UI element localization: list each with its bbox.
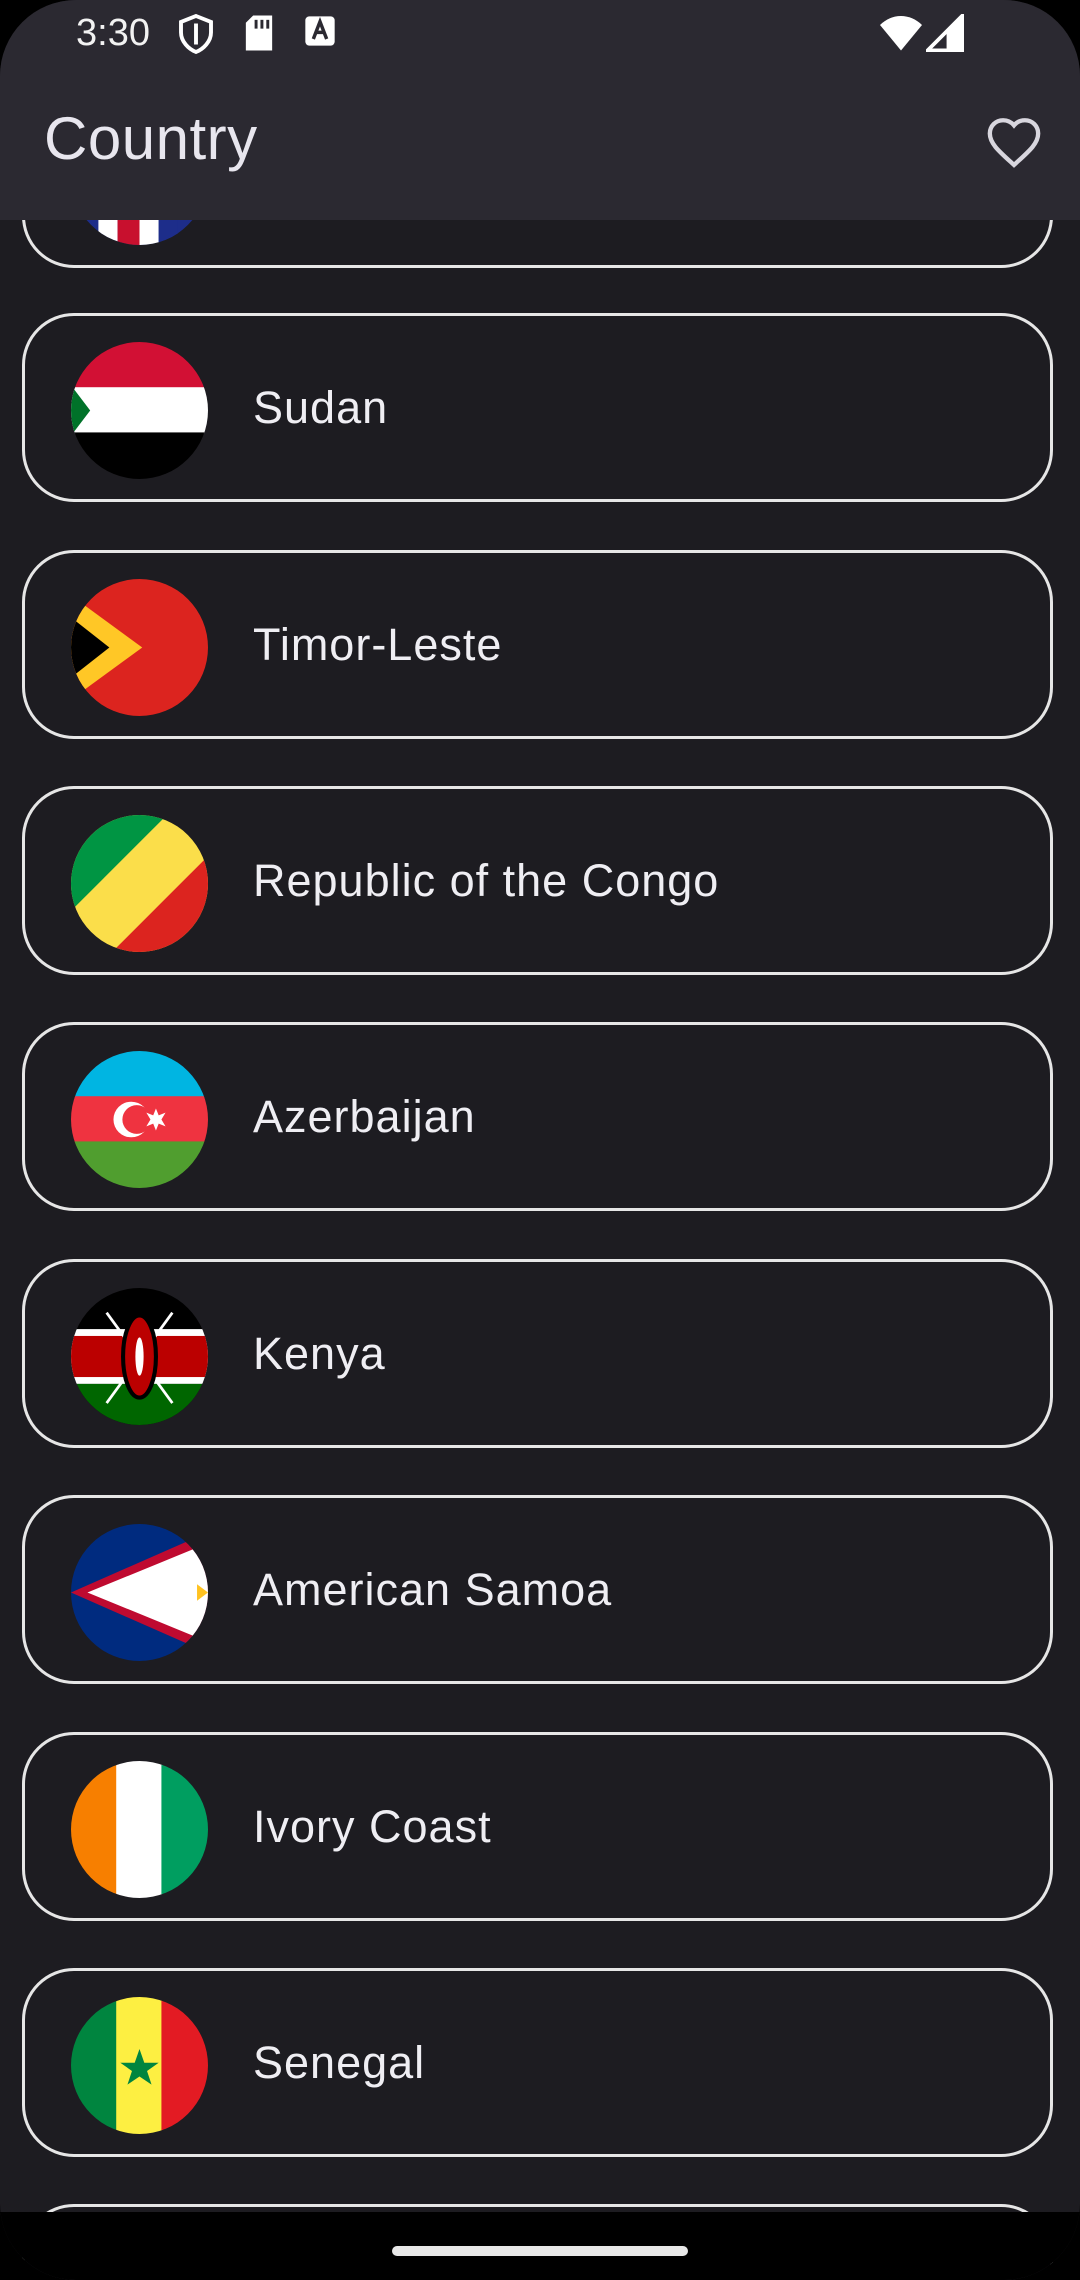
azerbaijan-flag-icon <box>71 1051 208 1188</box>
shield-icon <box>178 13 214 59</box>
app-screen: Sudan Timor-Leste Republic of the Congo … <box>0 0 1080 2280</box>
keyboard-a-icon <box>304 14 336 53</box>
country-card-congo[interactable]: Republic of the Congo <box>22 786 1053 975</box>
country-name: Azerbaijan <box>253 1091 476 1142</box>
country-list[interactable]: Sudan Timor-Leste Republic of the Congo … <box>0 0 1080 2280</box>
country-card-kenya[interactable]: Kenya <box>22 1259 1053 1448</box>
status-time: 3:30 <box>76 12 150 54</box>
app-bar: Country <box>0 68 1080 220</box>
sd-card-icon <box>244 14 274 57</box>
country-card-sudan[interactable]: Sudan <box>22 313 1053 502</box>
american-samoa-flag-icon <box>71 1524 208 1661</box>
congo-flag-icon <box>71 815 208 952</box>
country-card-ivory-coast[interactable]: Ivory Coast <box>22 1732 1053 1921</box>
country-name: Senegal <box>253 2037 426 2088</box>
page-title: Country <box>44 105 258 172</box>
sudan-flag-icon <box>71 342 208 479</box>
country-card-timor-leste[interactable]: Timor-Leste <box>22 550 1053 739</box>
country-name: Timor-Leste <box>253 619 503 670</box>
senegal-flag-icon <box>71 1997 208 2134</box>
kenya-flag-icon <box>71 1288 208 1425</box>
home-gesture-handle[interactable] <box>392 2246 688 2256</box>
timor-leste-flag-icon <box>71 579 208 716</box>
country-name: Sudan <box>253 382 389 433</box>
heart-outline-icon <box>985 115 1043 174</box>
country-name: Republic of the Congo <box>253 855 720 906</box>
country-name: Kenya <box>253 1328 386 1379</box>
country-card-american-samoa[interactable]: American Samoa <box>22 1495 1053 1684</box>
favorites-button[interactable] <box>980 110 1048 178</box>
country-name: Ivory Coast <box>253 1801 492 1852</box>
ivory-coast-flag-icon <box>71 1761 208 1898</box>
wifi-icon <box>880 16 922 57</box>
country-card-senegal[interactable]: Senegal <box>22 1968 1053 2157</box>
country-name: American Samoa <box>253 1564 613 1615</box>
navigation-bar <box>0 2212 1080 2280</box>
country-card-azerbaijan[interactable]: Azerbaijan <box>22 1022 1053 1211</box>
cellular-signal-icon <box>922 10 965 57</box>
status-bar: 3:30 <box>0 0 1080 68</box>
